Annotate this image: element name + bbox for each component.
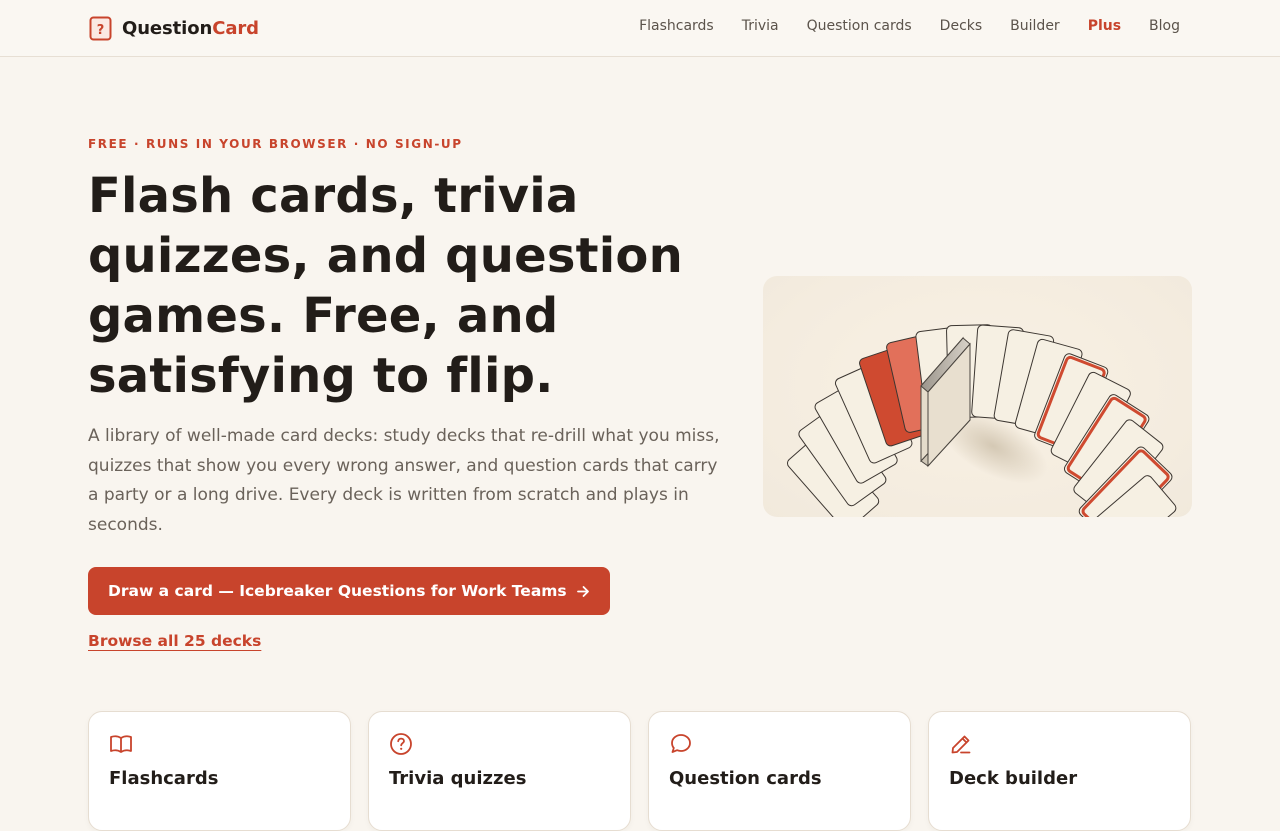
svg-text:?: ?: [97, 23, 105, 38]
card-fan-drawing: [787, 324, 1177, 517]
card-fan-illustration: [763, 276, 1192, 517]
feature-card-title: Question cards: [669, 768, 822, 789]
nav-link-trivia[interactable]: Trivia: [742, 18, 779, 34]
hero-lead: A library of well-made card decks: study…: [88, 426, 720, 535]
nav-links: Flashcards Trivia Question cards Decks B…: [639, 18, 1180, 34]
nav-link-plus[interactable]: Plus: [1088, 18, 1121, 34]
nav-link-flashcards[interactable]: Flashcards: [639, 18, 714, 34]
feature-card-title: Trivia quizzes: [389, 768, 527, 789]
feature-card-deck-builder[interactable]: Deck builder: [928, 711, 1191, 831]
feature-card-trivia[interactable]: Trivia quizzes: [368, 711, 631, 831]
feature-card-question-cards[interactable]: Question cards: [648, 711, 911, 831]
nav-link-decks[interactable]: Decks: [940, 18, 983, 34]
pencil-icon: [951, 735, 971, 754]
browse-decks-link[interactable]: Browse all 25 decks: [88, 632, 261, 650]
question-card-icon: ?: [89, 16, 112, 40]
hero-title: Flash cards, trivia quizzes, and questio…: [88, 168, 683, 404]
draw-card-button[interactable]: Draw a card — Icebreaker Questions for W…: [88, 567, 610, 615]
feature-card-flashcards[interactable]: Flashcards: [88, 711, 351, 831]
brand-logo-link[interactable]: ? QuestionCard: [89, 14, 259, 42]
brand-name-part2: Card: [212, 17, 259, 39]
nav-link-question-cards[interactable]: Question cards: [807, 18, 912, 34]
question-circle-icon: [390, 733, 412, 755]
hero-eyebrow: FREE · RUNS IN YOUR BROWSER · NO SIGN-UP: [88, 137, 463, 151]
top-navbar: ? QuestionCard Flashcards Trivia Questio…: [0, 0, 1280, 57]
arrow-right-icon: [576, 585, 589, 597]
brand-name: QuestionCard: [122, 18, 259, 39]
nav-link-blog[interactable]: Blog: [1149, 18, 1180, 34]
speech-bubble-icon: [671, 734, 691, 753]
feature-cards: Flashcards Trivia quizzes Question cards…: [88, 711, 1192, 831]
open-book-icon: [110, 735, 132, 753]
brand-name-part1: Question: [122, 17, 213, 39]
draw-card-button-label: Draw a card — Icebreaker Questions for W…: [108, 582, 567, 600]
feature-card-title: Flashcards: [109, 768, 219, 789]
nav-link-builder[interactable]: Builder: [1010, 18, 1060, 34]
feature-card-title: Deck builder: [949, 768, 1078, 789]
